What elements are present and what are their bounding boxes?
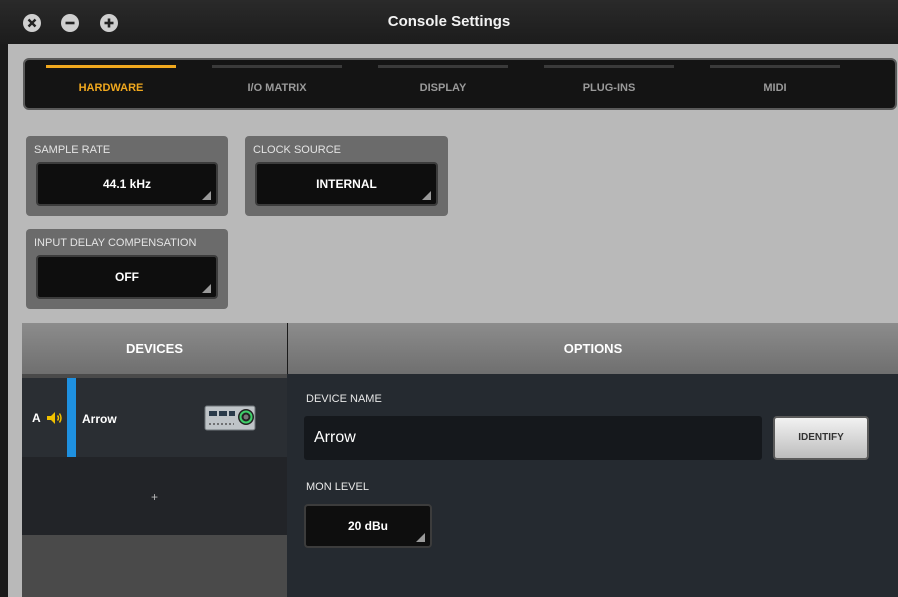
options-panel: DEVICE NAME Arrow IDENTIFY MON LEVEL 20 … <box>287 374 898 597</box>
section-headers: DEVICES OPTIONS <box>22 323 898 374</box>
devices-header: DEVICES <box>22 323 287 374</box>
options-header: OPTIONS <box>288 323 898 374</box>
input-delay-dropdown[interactable]: OFF <box>36 255 218 299</box>
tab-midi[interactable]: MIDI <box>710 60 840 108</box>
sample-rate-label: SAMPLE RATE <box>34 144 111 156</box>
device-letter: A <box>32 411 41 425</box>
title-bar: Console Settings <box>0 0 898 44</box>
tab-plug-ins[interactable]: PLUG-INS <box>544 60 674 108</box>
tab-indicator <box>46 65 176 68</box>
clock-source-label: CLOCK SOURCE <box>253 144 342 156</box>
tab-indicator <box>378 65 508 68</box>
device-name-label: DEVICE NAME <box>306 393 382 405</box>
hardware-settings-panel: SAMPLE RATE 44.1 kHz CLOCK SOURCE INTERN… <box>8 120 898 323</box>
dropdown-corner-icon <box>202 191 211 200</box>
tab-bar-frame: HARDWARE I/O MATRIX DISPLAY PLUG-INS MID… <box>8 44 898 120</box>
add-device-label: + <box>150 490 158 504</box>
add-device-button[interactable]: + <box>22 457 287 535</box>
mon-level-value: 20 dBu <box>347 519 388 533</box>
tab-label: HARDWARE <box>78 82 144 94</box>
clock-source-dropdown[interactable]: INTERNAL <box>255 162 438 206</box>
audio-interface-icon <box>204 405 256 431</box>
tab-io-matrix[interactable]: I/O MATRIX <box>212 60 342 108</box>
tab-indicator <box>710 65 840 68</box>
dropdown-corner-icon <box>202 284 211 293</box>
mon-level-label: MON LEVEL <box>306 481 369 493</box>
selection-indicator <box>67 378 76 457</box>
devices-panel: A Arrow + <box>22 374 287 597</box>
sample-rate-value: 44.1 kHz <box>102 177 152 191</box>
input-delay-value: OFF <box>115 270 139 284</box>
tab-indicator <box>212 65 342 68</box>
clock-source-group: CLOCK SOURCE INTERNAL <box>245 136 448 216</box>
left-frame <box>8 323 22 597</box>
tab-hardware[interactable]: HARDWARE <box>46 60 176 108</box>
input-delay-label: INPUT DELAY COMPENSATION <box>34 237 197 249</box>
tab-label: MIDI <box>763 82 787 94</box>
dropdown-corner-icon <box>416 533 425 542</box>
clock-source-value: INTERNAL <box>316 177 377 191</box>
device-name: Arrow <box>82 412 117 426</box>
tab-label: I/O MATRIX <box>247 82 307 94</box>
speaker-icon[interactable] <box>46 411 64 425</box>
device-list-item[interactable]: A Arrow <box>22 378 287 457</box>
tab-indicator <box>544 65 674 68</box>
tab-bar: HARDWARE I/O MATRIX DISPLAY PLUG-INS MID… <box>23 58 897 110</box>
input-delay-group: INPUT DELAY COMPENSATION OFF <box>26 229 228 309</box>
identify-button[interactable]: IDENTIFY <box>773 416 869 460</box>
sample-rate-group: SAMPLE RATE 44.1 kHz <box>26 136 228 216</box>
tab-display[interactable]: DISPLAY <box>378 60 508 108</box>
dropdown-corner-icon <box>422 191 431 200</box>
device-name-input[interactable]: Arrow <box>304 416 762 460</box>
tab-label: DISPLAY <box>419 82 467 94</box>
sample-rate-dropdown[interactable]: 44.1 kHz <box>36 162 218 206</box>
mon-level-dropdown[interactable]: 20 dBu <box>304 504 432 548</box>
window-title: Console Settings <box>387 13 511 30</box>
tab-label: PLUG-INS <box>582 82 636 94</box>
